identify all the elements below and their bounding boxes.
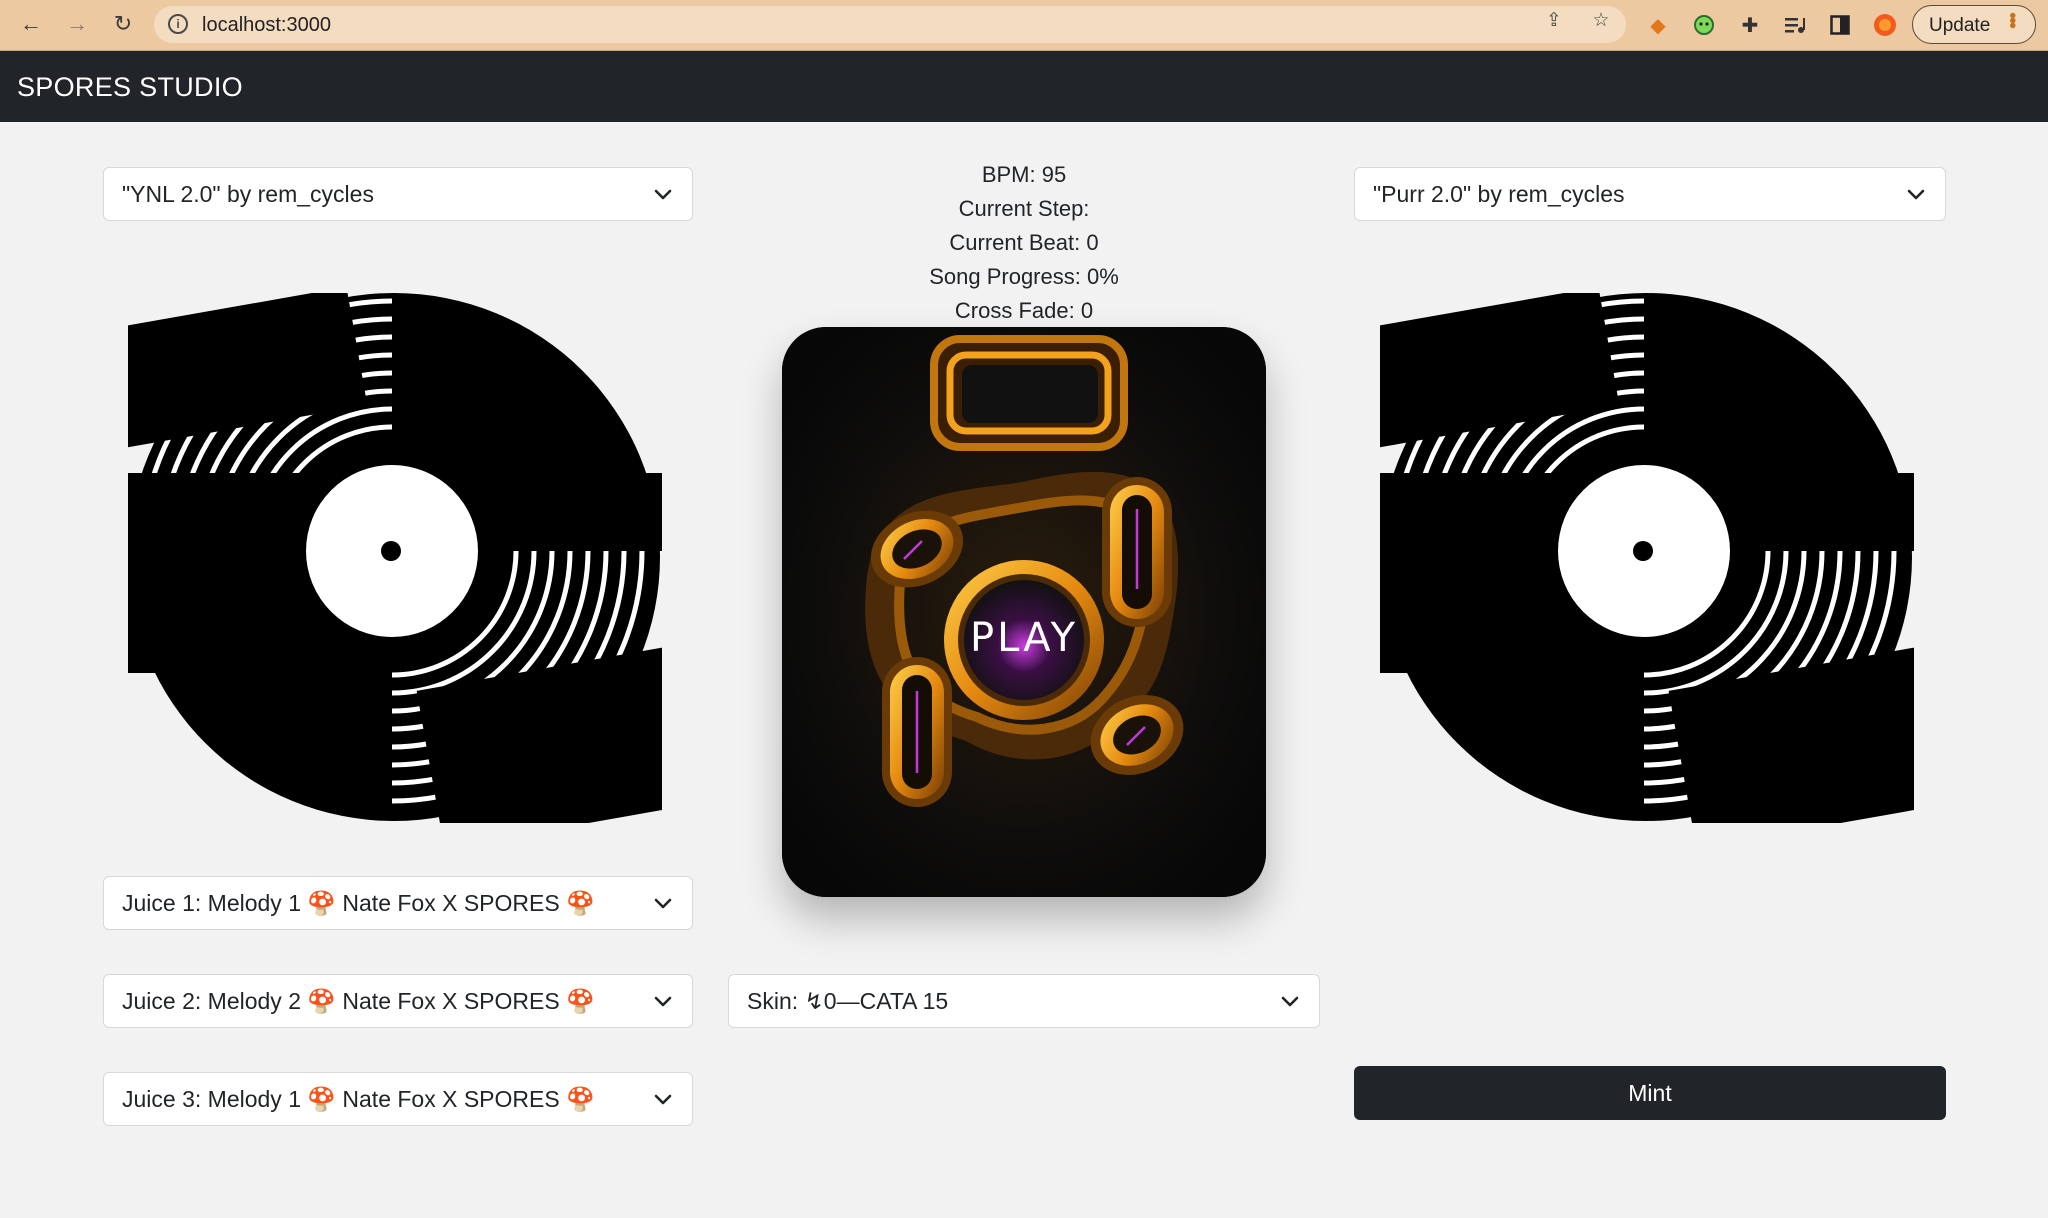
app-navbar: SPORES STUDIO [0,51,2048,122]
brand-title[interactable]: SPORES STUDIO [17,72,243,103]
playback-stats: BPM: 95 Current Step: Current Beat: 0 So… [824,158,1224,328]
bpm-text: BPM: 95 [981,162,1067,187]
song-progress-text: Song Progress: 0% [929,264,1119,289]
url-text: localhost:3000 [202,14,331,36]
cross-fade-text: Cross Fade: 0 [954,298,1094,323]
current-beat-text: Current Beat: 0 [949,230,1099,255]
bookmark-star-icon[interactable]: ☆ [1590,9,1612,31]
update-button[interactable]: Update ••• [1912,5,2036,44]
juice-2-select[interactable]: Juice 2: Melody 2 🍄 Nate Fox X SPORES 🍄 [103,974,693,1028]
right-song-select[interactable]: "Purr 2.0" by rem_cycles [1354,167,1946,221]
forward-arrow-icon[interactable]: → [62,9,92,39]
player-device: PLAY [782,327,1266,897]
extensions-puzzle-icon[interactable]: ✚ [1737,12,1763,38]
chevron-down-icon [1907,189,1925,200]
share-icon[interactable]: ⇪ [1543,9,1565,31]
juice-1-select[interactable]: Juice 1: Melody 1 🍄 Nate Fox X SPORES 🍄 [103,876,693,930]
browser-toolbar: ← → ↻ i localhost:3000 ⇪ ☆ ◆ ✚ Update ••… [0,0,2048,51]
current-step-text: Current Step: [958,196,1090,221]
right-vinyl-record-icon[interactable] [1380,293,1914,823]
side-panel-icon[interactable] [1827,12,1853,38]
chevron-down-icon [654,898,672,909]
chevron-down-icon [654,1094,672,1105]
player-art [782,327,1266,897]
chevron-down-icon [654,189,672,200]
menu-dots-icon[interactable]: ••• [2000,12,2023,27]
left-vinyl-record-icon[interactable] [128,293,662,823]
profile-avatar-icon[interactable] [1872,12,1898,38]
chevron-down-icon [1281,996,1299,1007]
metamask-fox-icon[interactable]: ◆ [1645,12,1671,38]
site-info-icon[interactable]: i [168,14,188,34]
juice-3-select[interactable]: Juice 3: Melody 1 🍄 Nate Fox X SPORES 🍄 [103,1072,693,1126]
extension-bug-icon[interactable] [1691,12,1717,38]
reload-icon[interactable]: ↻ [108,9,138,39]
address-bar[interactable]: i localhost:3000 [154,6,1626,43]
back-arrow-icon[interactable]: ← [16,9,46,39]
skin-select[interactable]: Skin: ↯0—CATA 15 [728,974,1320,1028]
chevron-down-icon [654,996,672,1007]
play-button[interactable]: PLAY [782,615,1266,661]
left-song-select[interactable]: "YNL 2.0" by rem_cycles [103,167,693,221]
reading-list-icon[interactable] [1782,12,1808,38]
mint-button[interactable]: Mint [1354,1066,1946,1120]
